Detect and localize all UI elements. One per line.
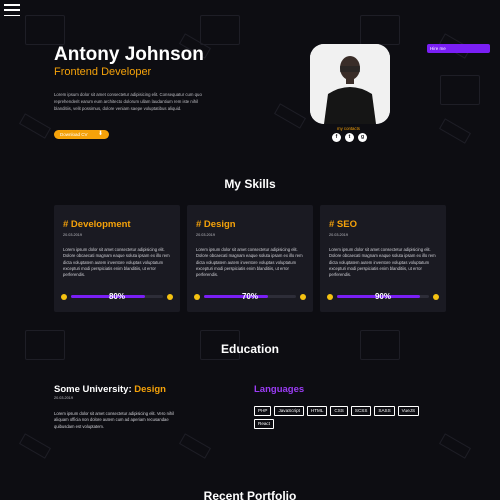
school-field: Design xyxy=(134,384,166,395)
progress-percent: 80% xyxy=(108,292,125,301)
skill-description: Lorem ipsum dolor sit amet consectetur a… xyxy=(196,247,303,278)
language-tags: PHP JavaScript HTML CSS SCSS SASS VueJS … xyxy=(254,406,434,429)
school-date: 20.03.2019 xyxy=(54,396,74,400)
skill-description: Lorem ipsum dolor sit amet consectetur a… xyxy=(63,247,170,278)
portfolio-title: Recent Portfolio xyxy=(203,489,297,500)
profile-name: Antony Johnson xyxy=(54,44,204,65)
facebook-icon[interactable]: f xyxy=(332,133,341,142)
skill-date: 20.03.2019 xyxy=(329,233,349,237)
profile-role: Frontend Developer xyxy=(54,66,152,78)
language-tag: PHP xyxy=(254,406,272,416)
download-cv-label: Download CV xyxy=(60,132,88,137)
skills-title: My Skills xyxy=(224,177,276,191)
hire-me-button[interactable]: Hire me xyxy=(427,44,490,53)
language-tag: React xyxy=(254,419,275,429)
language-tag: SASS xyxy=(374,406,395,416)
avatar xyxy=(310,44,390,124)
skill-description: Lorem ipsum dolor sit amet consectetur a… xyxy=(329,247,436,278)
skill-progress: 70% xyxy=(194,292,306,301)
language-tag: CSS xyxy=(330,406,348,416)
progress-percent: 90% xyxy=(374,292,391,301)
school-name: Some University: xyxy=(54,384,132,395)
language-tag: VueJS xyxy=(397,406,420,416)
twitter-icon[interactable]: t xyxy=(345,133,354,142)
skill-date: 20.03.2019 xyxy=(196,233,216,237)
github-icon[interactable]: g xyxy=(358,133,367,142)
languages-title: Languages xyxy=(254,384,305,395)
education-title: Education xyxy=(220,342,279,356)
language-tag: SCSS xyxy=(350,406,372,416)
skill-title: # SEO xyxy=(329,219,357,230)
menu-icon[interactable] xyxy=(4,4,20,16)
skill-title: # Development xyxy=(63,219,131,230)
skill-progress: 80% xyxy=(61,292,173,301)
school-description: Lorem ipsum dolor sit amet consectetur a… xyxy=(54,411,175,429)
language-tag: HTML xyxy=(306,406,328,416)
skill-card: # SEO 20.03.2019 Lorem ipsum dolor sit a… xyxy=(320,205,446,312)
skill-card: # Development 20.03.2019 Lorem ipsum dol… xyxy=(54,205,180,312)
contacts-label: my contacts xyxy=(337,126,360,131)
social-links: f t g xyxy=(332,133,367,142)
profile-bio: Lorem ipsum dolor sit amet consectetur a… xyxy=(54,92,202,111)
profile-photo xyxy=(310,44,390,124)
skill-date: 20.03.2019 xyxy=(63,233,83,237)
download-cv-button[interactable]: Download CV ⬇ xyxy=(54,130,109,139)
language-tag: JavaScript xyxy=(274,406,304,416)
progress-percent: 70% xyxy=(241,292,258,301)
skill-title: # Design xyxy=(196,219,236,230)
skill-card: # Design 20.03.2019 Lorem ipsum dolor si… xyxy=(187,205,313,312)
download-icon: ⬇ xyxy=(97,131,103,137)
school-title: Some University: Design xyxy=(54,384,166,395)
skill-progress: 90% xyxy=(327,292,439,301)
